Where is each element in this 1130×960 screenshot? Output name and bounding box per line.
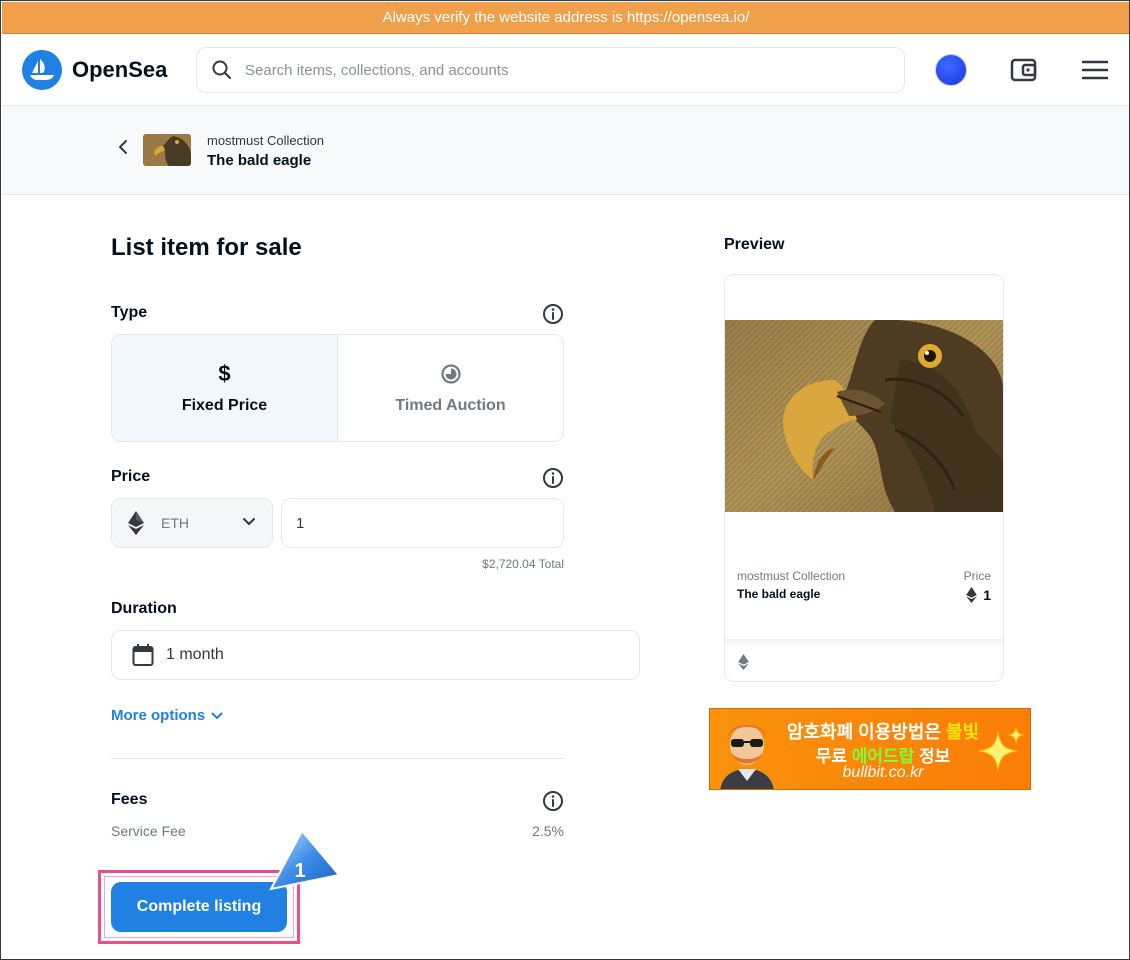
security-banner: Always verify the website address is htt…: [2, 2, 1129, 34]
info-icon[interactable]: [542, 303, 564, 325]
price-total: $2,720.04 Total: [482, 557, 564, 571]
currency-label: ETH: [161, 515, 189, 531]
logo-text: OpenSea: [72, 57, 168, 82]
preview-title: Preview: [724, 236, 785, 253]
service-fee-value: 2.5%: [532, 823, 564, 839]
search-icon: [212, 60, 231, 79]
chevron-down-icon: [211, 712, 223, 719]
more-options-label: More options: [111, 707, 206, 724]
eagle-artwork-image: [725, 320, 1003, 512]
opensea-logo-icon: [22, 50, 62, 90]
listing-type-selector: $ Fixed Price Timed Auction: [111, 334, 564, 442]
preview-card-footer: [725, 639, 1003, 681]
person-with-sunglasses-illustration: [720, 725, 774, 789]
info-icon[interactable]: [542, 467, 564, 489]
item-thumbnail[interactable]: [143, 134, 191, 166]
search-bar[interactable]: [196, 47, 905, 93]
item-breadcrumb: mostmust Collection The bald eagle: [2, 107, 1129, 195]
duration-select[interactable]: 1 month: [111, 630, 640, 680]
price-input[interactable]: [281, 498, 564, 548]
fees-label: Fees: [111, 791, 148, 808]
info-icon[interactable]: [542, 790, 564, 812]
duration-label: Duration: [111, 600, 177, 617]
preview-card: mostmust Collection The bald eagle Price…: [724, 274, 1004, 682]
preview-price-label: Price: [963, 569, 991, 583]
top-nav: OpenSea: [2, 34, 1129, 106]
divider: [111, 758, 564, 759]
wallet-icon[interactable]: [1010, 57, 1038, 83]
collection-name[interactable]: mostmust Collection: [207, 133, 324, 148]
type-label: Type: [111, 304, 148, 321]
menu-icon[interactable]: [1082, 59, 1108, 81]
timed-auction-option[interactable]: Timed Auction: [338, 335, 563, 441]
more-options-link[interactable]: More options: [111, 707, 223, 724]
ethereum-icon: [966, 587, 978, 603]
price-label: Price: [111, 468, 151, 485]
step-marker-arrow: 1: [269, 829, 341, 891]
avatar[interactable]: [935, 54, 967, 86]
calendar-icon: [132, 644, 154, 666]
timed-auction-label: Timed Auction: [395, 397, 506, 414]
step-number: 1: [294, 860, 305, 882]
clock-icon: [440, 361, 462, 387]
duration-value: 1 month: [166, 646, 224, 663]
currency-select[interactable]: ETH: [111, 498, 273, 548]
preview-item-name: The bald eagle: [737, 587, 821, 601]
complete-listing-button[interactable]: Complete listing: [111, 882, 287, 932]
service-fee-label: Service Fee: [111, 823, 186, 839]
preview-price: 1: [966, 587, 991, 603]
search-input[interactable]: [245, 61, 845, 79]
preview-price-value: 1: [983, 587, 991, 603]
ad-headline: 암호화폐 이용방법은 불빛: [786, 722, 980, 742]
fixed-price-label: Fixed Price: [181, 397, 268, 414]
fixed-price-option[interactable]: $ Fixed Price: [112, 335, 338, 441]
ad-url: bullbit.co.kr: [842, 764, 924, 781]
bullbit-ad-banner[interactable]: 암호화폐 이용방법은 불빛 무료 에어드랍 정보 bullbit.co.kr: [709, 708, 1031, 790]
page-frame: Always verify the website address is htt…: [0, 0, 1130, 960]
item-name[interactable]: The bald eagle: [207, 152, 311, 169]
sparkle-icon: [977, 726, 1025, 772]
dollar-icon: $: [218, 361, 231, 386]
chevron-left-icon[interactable]: [117, 138, 129, 156]
opensea-logo[interactable]: OpenSea: [22, 50, 167, 90]
page-title: List item for sale: [111, 234, 302, 261]
ethereum-icon: [738, 654, 749, 670]
preview-collection: mostmust Collection: [737, 569, 846, 583]
ethereum-icon: [128, 511, 144, 535]
chevron-down-icon: [243, 518, 255, 525]
